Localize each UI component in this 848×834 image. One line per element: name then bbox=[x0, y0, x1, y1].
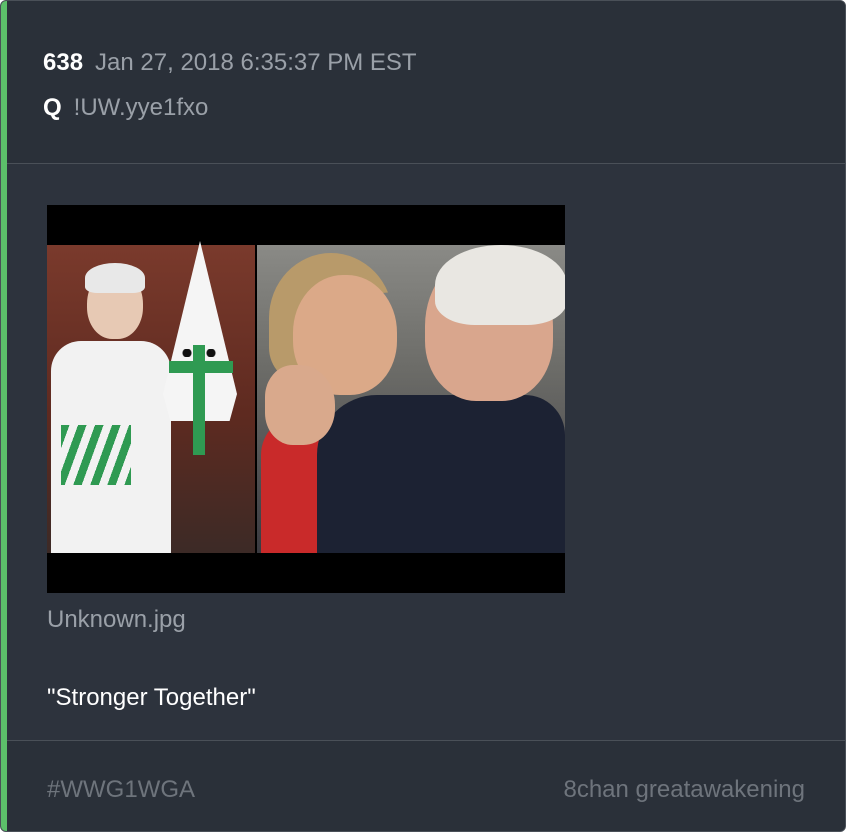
figure-hood-eyes bbox=[179, 349, 219, 357]
figure-cross-horizontal bbox=[169, 361, 233, 373]
post-meta-line: 638 Jan 27, 2018 6:35:37 PM EST bbox=[43, 48, 417, 78]
attachment-photo-right bbox=[257, 245, 565, 553]
post-tripcode: !UW.yye1fxo bbox=[73, 94, 209, 121]
attachment-image[interactable] bbox=[47, 205, 565, 593]
post-number[interactable]: 638 bbox=[43, 49, 83, 76]
figure-hand bbox=[265, 365, 335, 445]
figure-suit bbox=[317, 395, 565, 553]
post-message: "Stronger Together" bbox=[47, 684, 256, 711]
source-board-link[interactable]: 8chan greatawakening bbox=[563, 775, 805, 805]
post-header: 638 Jan 27, 2018 6:35:37 PM EST Q !UW.yye1… bbox=[7, 1, 845, 164]
post-timestamp: Jan 27, 2018 6:35:37 PM EST bbox=[95, 49, 417, 76]
figure-hair bbox=[85, 263, 145, 293]
attachment-photo-left bbox=[47, 241, 255, 553]
post-card: 638 Jan 27, 2018 6:35:37 PM EST Q !UW.yye1… bbox=[0, 0, 846, 832]
post-author-line: Q !UW.yye1fxo bbox=[43, 93, 208, 123]
hashtag-link[interactable]: #WWG1WGA bbox=[47, 775, 195, 805]
post-body: Unknown.jpg "Stronger Together" bbox=[7, 164, 845, 740]
figure-hair bbox=[435, 245, 565, 325]
figure-robe-stripes bbox=[61, 425, 131, 485]
post-author: Q bbox=[43, 94, 62, 121]
attachment-file-name[interactable]: Unknown.jpg bbox=[47, 605, 186, 635]
post-footer: #WWG1WGA 8chan greatawakening bbox=[7, 740, 845, 831]
